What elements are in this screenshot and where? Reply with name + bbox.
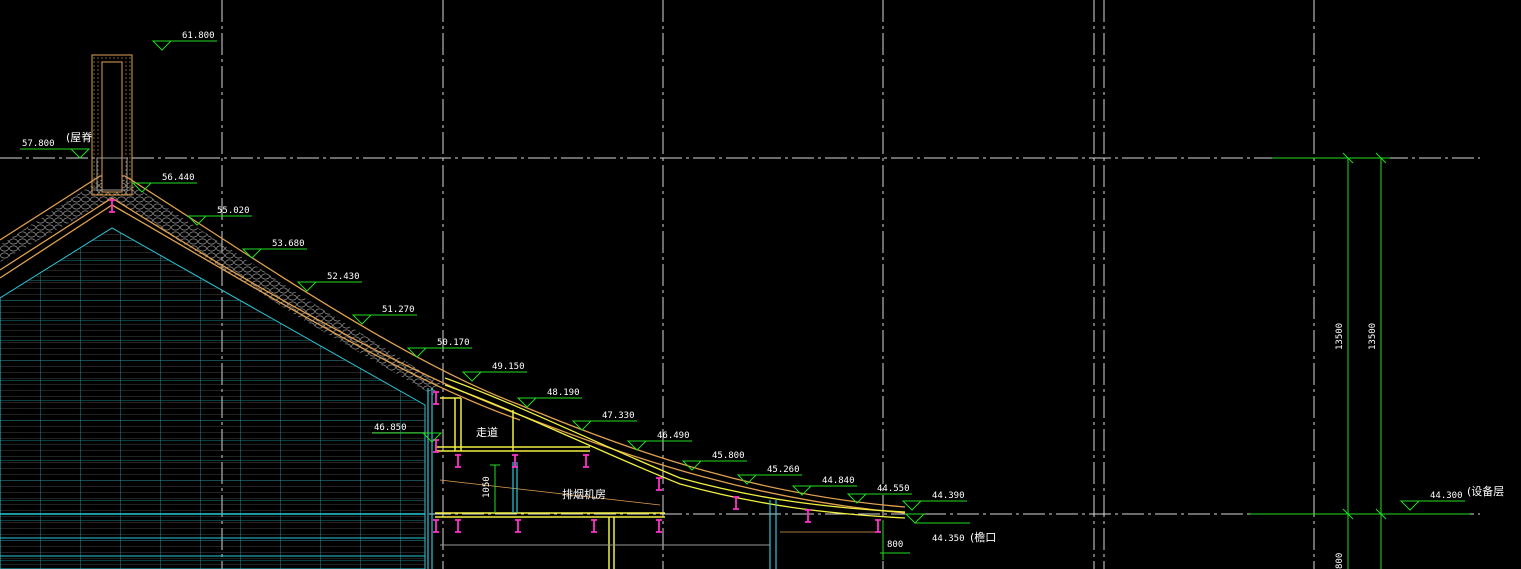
dimension-room-height: 1050: [482, 476, 492, 498]
structure-marker: [656, 477, 662, 491]
elevation-value: 61.800: [182, 31, 215, 41]
structure-marker: [455, 519, 461, 533]
elevation-triangle: [461, 371, 483, 382]
structure-marker: [656, 519, 662, 533]
elevation-marker-r5: 51.270: [351, 305, 417, 325]
elevation-value: 49.150: [492, 362, 525, 372]
structure-marker: [433, 439, 439, 453]
elevation-triangle: [904, 513, 926, 524]
elevation-value: 44.350: [932, 534, 965, 544]
elevation-marker-equip: 44.300: [1399, 491, 1465, 511]
fan-room-label: 排烟机房: [562, 487, 606, 501]
elevation-value: 46.850: [374, 423, 407, 433]
eave-label: (檐口: [970, 530, 996, 544]
elevation-triangle: [626, 440, 648, 451]
elevation-triangle: [296, 281, 318, 292]
elevation-value: 56.440: [162, 173, 195, 183]
ridge-chimney: [91, 54, 133, 196]
elevation-value: 44.300: [1430, 491, 1463, 501]
elevation-marker-r3: 53.680: [241, 239, 307, 259]
elevation-value: 53.680: [272, 239, 305, 249]
elevation-value: 51.270: [382, 305, 415, 315]
structure-marker: [733, 496, 739, 510]
elevation-marker-r9: 47.330: [571, 411, 637, 431]
elevation-marker-r4: 52.430: [296, 272, 362, 292]
elevation-marker-r6: 50.170: [406, 338, 472, 358]
elevation-value: 44.390: [932, 491, 965, 501]
elevation-marker-r10: 46.490: [626, 431, 692, 451]
dimension-13500-b: 13500: [1368, 323, 1378, 350]
walkway-label: 走道: [476, 425, 498, 439]
elevation-marker-r14: 44.550: [846, 484, 912, 504]
elevation-marker-r1: 56.440: [131, 173, 197, 193]
elevation-marker-r13: 44.840: [791, 476, 857, 496]
elevation-value: 44.840: [822, 476, 855, 486]
structure-marker: [433, 391, 439, 405]
elevation-value: 46.490: [657, 431, 690, 441]
structure-marker: [591, 519, 597, 533]
structure-marker: [515, 519, 521, 533]
elevation-triangle: [571, 420, 593, 431]
structure-marker: [805, 509, 811, 523]
dimension-bottom: 800: [1335, 553, 1345, 569]
elevation-value: 52.430: [327, 272, 360, 282]
structure-marker: [583, 454, 589, 468]
dimension-13500-a: 13500: [1335, 323, 1345, 350]
elevation-value: 45.800: [712, 451, 745, 461]
elevation-marker-r15: 44.390: [901, 491, 967, 511]
elevation-triangle: [406, 347, 428, 358]
elevation-triangle: [901, 500, 923, 511]
elevation-value: 50.170: [437, 338, 470, 348]
roof-slab: [444, 377, 906, 519]
ridge-label: (屋脊: [66, 130, 92, 144]
structure-marker: [433, 519, 439, 533]
elevation-triangle: [1399, 500, 1421, 511]
elevation-value: 57.800: [22, 139, 55, 149]
dimension-eave-drop: 800: [887, 540, 903, 550]
structure-marker: [455, 454, 461, 468]
elevation-value: 44.550: [877, 484, 910, 494]
elevation-value: 55.020: [217, 206, 250, 216]
elevation-triangle: [69, 148, 91, 159]
structure-marker: [875, 519, 881, 533]
elevation-marker-r8: 48.190: [516, 388, 582, 408]
elevation-marker-r7: 49.150: [461, 362, 527, 382]
interior-lines: [439, 479, 880, 533]
elevation-marker-eave: 44.350: [904, 513, 970, 544]
equipment-floor-label: (设备层: [1467, 484, 1504, 498]
elevation-value: 47.330: [602, 411, 635, 421]
height-dimension: [490, 152, 1470, 569]
glass-wall: [0, 227, 426, 569]
elevation-value: 48.190: [547, 388, 580, 398]
elevation-value: 45.260: [767, 465, 800, 475]
cad-section-drawing: 61.800 57.800 56.440 55.020 53.680 52.430 51.2…: [0, 0, 1504, 569]
elevation-marker-ridge-top: 61.800: [151, 31, 217, 51]
elevation-triangle: [151, 40, 173, 51]
